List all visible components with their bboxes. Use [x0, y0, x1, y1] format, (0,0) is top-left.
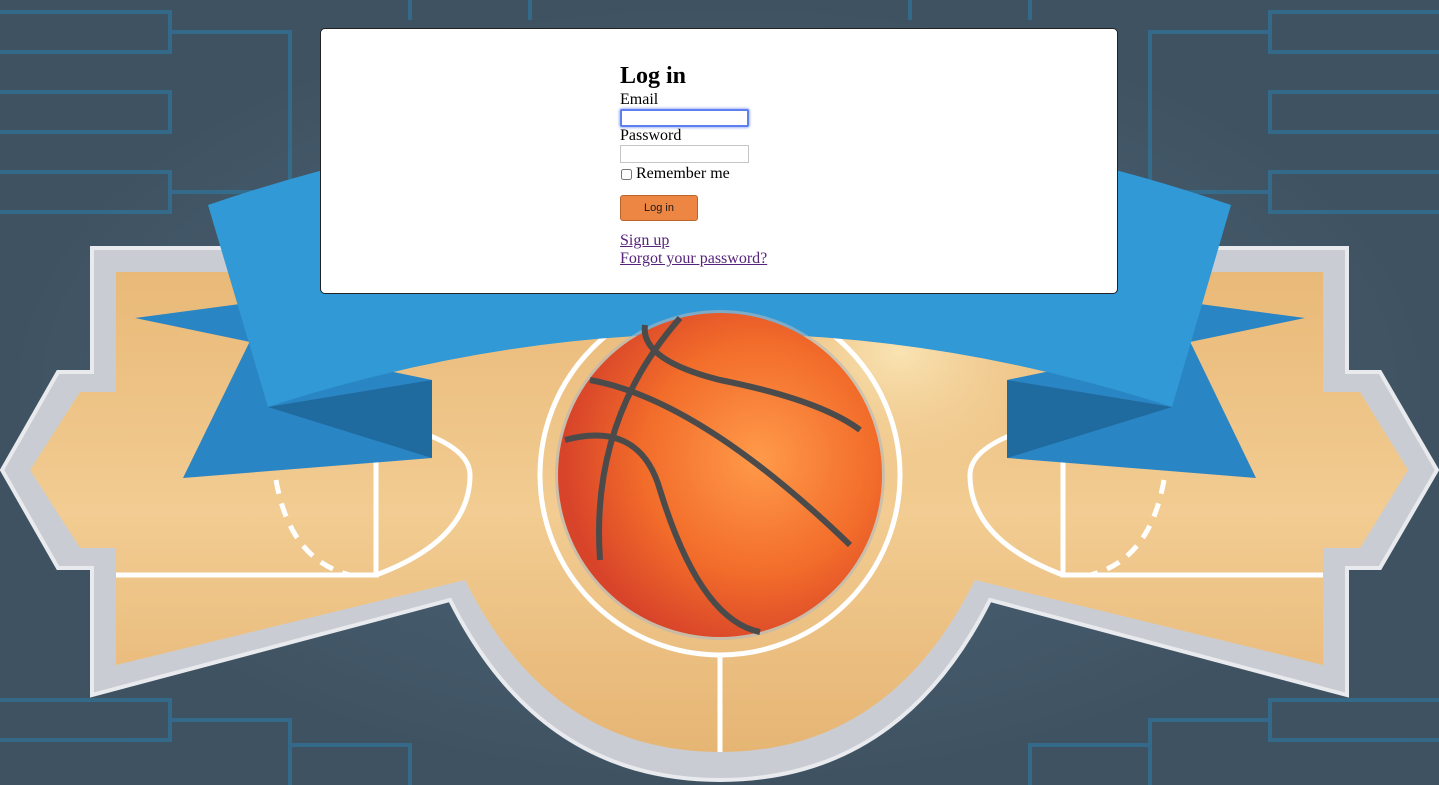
auth-links: Sign up Forgot your password? [620, 232, 767, 268]
sign-up-link[interactable]: Sign up [620, 232, 767, 250]
login-form: Log in Email Password Remember me Log in… [620, 61, 767, 268]
email-label: Email [620, 91, 659, 108]
remember-me-row: Remember me [620, 165, 767, 183]
login-panel: Log in Email Password Remember me Log in… [320, 28, 1118, 294]
email-field[interactable] [620, 109, 749, 127]
login-button[interactable]: Log in [620, 195, 698, 221]
remember-me-checkbox[interactable] [621, 168, 632, 180]
remember-me-label: Remember me [636, 165, 730, 182]
forgot-password-link[interactable]: Forgot your password? [620, 250, 767, 268]
password-label: Password [620, 127, 682, 144]
password-field[interactable] [620, 145, 749, 163]
page-title: Log in [620, 63, 687, 89]
